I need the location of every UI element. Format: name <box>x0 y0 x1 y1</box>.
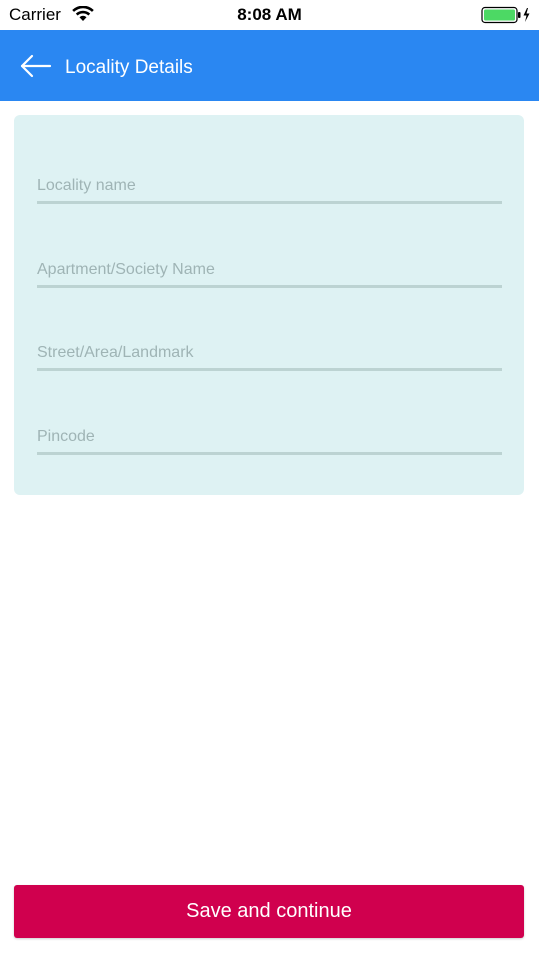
status-bar: Carrier 8:08 AM <box>0 0 539 30</box>
page-title: Locality Details <box>65 57 193 78</box>
save-and-continue-button[interactable]: Save and continue <box>14 885 524 938</box>
battery-charging-icon <box>481 6 530 24</box>
app-bar: Locality Details <box>0 30 539 101</box>
back-button[interactable] <box>14 50 56 82</box>
locality-name-input[interactable] <box>37 167 502 201</box>
street-area-landmark-input[interactable] <box>37 334 502 368</box>
locality-form-card <box>14 115 524 495</box>
street-area-landmark-field <box>37 334 502 371</box>
locality-name-field <box>37 167 502 204</box>
status-time: 8:08 AM <box>237 5 302 24</box>
screen: Carrier 8:08 AM Locality Details Localit… <box>0 0 539 960</box>
pincode-input[interactable] <box>37 418 502 452</box>
apartment-society-field <box>37 251 502 288</box>
pincode-field <box>37 418 502 455</box>
apartment-society-input[interactable] <box>37 251 502 285</box>
arrow-left-icon <box>20 54 52 78</box>
